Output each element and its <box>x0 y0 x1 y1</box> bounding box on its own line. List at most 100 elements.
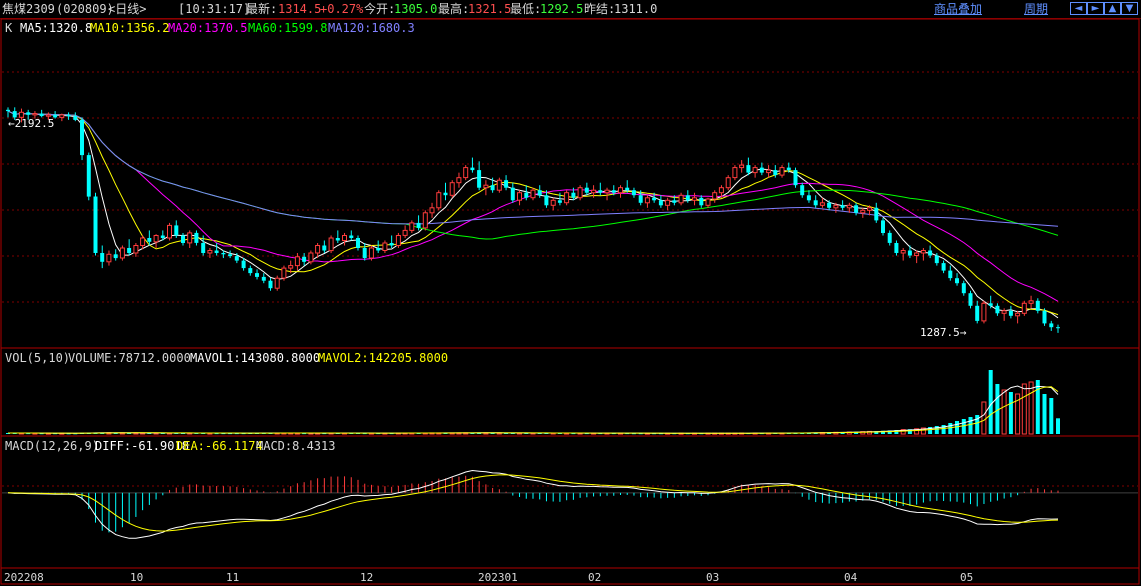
volume-bar <box>961 419 966 434</box>
x-tick-label: 202208 <box>4 571 44 584</box>
candle-body <box>846 204 852 209</box>
candle-body <box>1015 312 1021 317</box>
candle-body <box>26 112 31 115</box>
volume-bar <box>968 417 973 434</box>
candle-body <box>147 238 152 242</box>
candle-body <box>833 204 839 209</box>
candle-body <box>389 243 394 246</box>
kline-chart[interactable]: K MA5:1320.8 MA10:1356.2 MA20:1370.5 MA6… <box>0 18 1141 586</box>
candle-body <box>934 255 939 264</box>
candle-body <box>362 248 367 258</box>
mavol1-line <box>8 385 1059 434</box>
candle-body <box>544 195 549 206</box>
x-tick-label: 03 <box>706 571 719 584</box>
open-label: 今开: <box>364 2 396 16</box>
cycle-link[interactable]: 周期 <box>1024 2 1048 16</box>
candle-body <box>281 267 287 279</box>
candle-body <box>167 224 172 239</box>
candle-body <box>510 187 515 201</box>
candle-body <box>786 167 791 171</box>
candle-body <box>1028 300 1034 304</box>
volume-bar <box>955 421 959 434</box>
x-tick-label: 04 <box>844 571 858 584</box>
volume-bar <box>1056 418 1060 434</box>
x-tick-label: 11 <box>226 571 239 584</box>
period-label[interactable]: <日线> <box>108 2 146 16</box>
candle-body <box>860 209 866 214</box>
candle-body <box>712 192 718 200</box>
candle-body <box>376 248 381 251</box>
candle-body <box>402 229 408 236</box>
candle-body <box>718 187 724 194</box>
candle-body <box>1042 310 1047 324</box>
candle-body <box>1001 310 1007 314</box>
ma20-label: MA20:1370.5 <box>168 21 247 35</box>
candle-body <box>241 260 246 269</box>
candle-body <box>988 303 993 306</box>
contract-name: 焦煤2309 <box>2 2 55 16</box>
candle-body <box>315 245 321 254</box>
candle-body <box>470 167 475 171</box>
candle-body <box>45 114 51 117</box>
candle-body <box>113 254 118 259</box>
macd-dea-line <box>7 474 1059 532</box>
low-price: 1292.5 <box>540 2 584 16</box>
candle-body <box>625 187 630 191</box>
candle-body <box>463 167 469 179</box>
mavol2-line <box>8 386 1059 434</box>
candle-body <box>274 277 280 289</box>
candle-body <box>308 252 314 263</box>
volume-bar <box>1042 394 1047 434</box>
candle-body <box>550 199 556 206</box>
candle-body <box>881 220 885 233</box>
open-price: 1305.0 <box>394 2 438 16</box>
mavol1-value: MAVOL1:143080.8000 <box>190 351 320 365</box>
candle-body <box>443 192 448 196</box>
candle-body <box>887 232 892 243</box>
candle-body <box>584 187 589 193</box>
candle-body <box>598 190 603 193</box>
commodity-overlay-link[interactable]: 商品叠加 <box>934 2 982 16</box>
low-label: 最低: <box>510 2 542 16</box>
candle-body <box>840 205 845 208</box>
candle-body <box>692 197 697 201</box>
macd-diff-line <box>7 469 1059 539</box>
macd-indicator <box>2 469 1138 539</box>
candle-body <box>658 200 663 206</box>
candle-body <box>685 195 690 201</box>
candle-body <box>368 247 374 259</box>
scroll-right-icon[interactable]: ► <box>1087 2 1104 15</box>
candle-body <box>449 182 455 196</box>
candle-body <box>288 265 294 269</box>
moving-average-lines <box>7 110 1059 319</box>
candle-body <box>672 200 677 203</box>
candle-body <box>153 235 159 243</box>
ma10-label: MA10:1356.2 <box>90 21 169 35</box>
zoom-out-icon[interactable]: ▼ <box>1121 2 1138 15</box>
scroll-left-icon[interactable]: ◄ <box>1070 2 1087 15</box>
candle-body <box>631 190 636 196</box>
macd-title: MACD(12,26,9) <box>5 439 99 453</box>
candle-body <box>160 235 165 238</box>
high-label: 最高: <box>438 2 470 16</box>
zoom-in-icon[interactable]: ▲ <box>1104 2 1121 15</box>
candle-body <box>705 198 711 206</box>
candle-body <box>416 222 421 228</box>
candle-body <box>504 180 509 188</box>
candle-body <box>255 273 259 277</box>
candle-body <box>678 194 684 204</box>
candle-body <box>618 187 623 194</box>
kline-type-label: K <box>5 21 13 35</box>
candle-body <box>221 253 226 255</box>
candle-body <box>900 250 906 254</box>
candle-body <box>975 305 980 321</box>
ma120-label: MA120:1680.3 <box>328 21 415 35</box>
candle-body <box>194 232 199 243</box>
candle-body <box>93 196 98 253</box>
candle-body <box>187 232 193 244</box>
volume-bar <box>1021 383 1027 435</box>
candle-body <box>638 195 643 203</box>
latest-label: 最新: <box>246 2 278 16</box>
candle-body <box>746 165 751 173</box>
candle-body <box>577 187 583 199</box>
